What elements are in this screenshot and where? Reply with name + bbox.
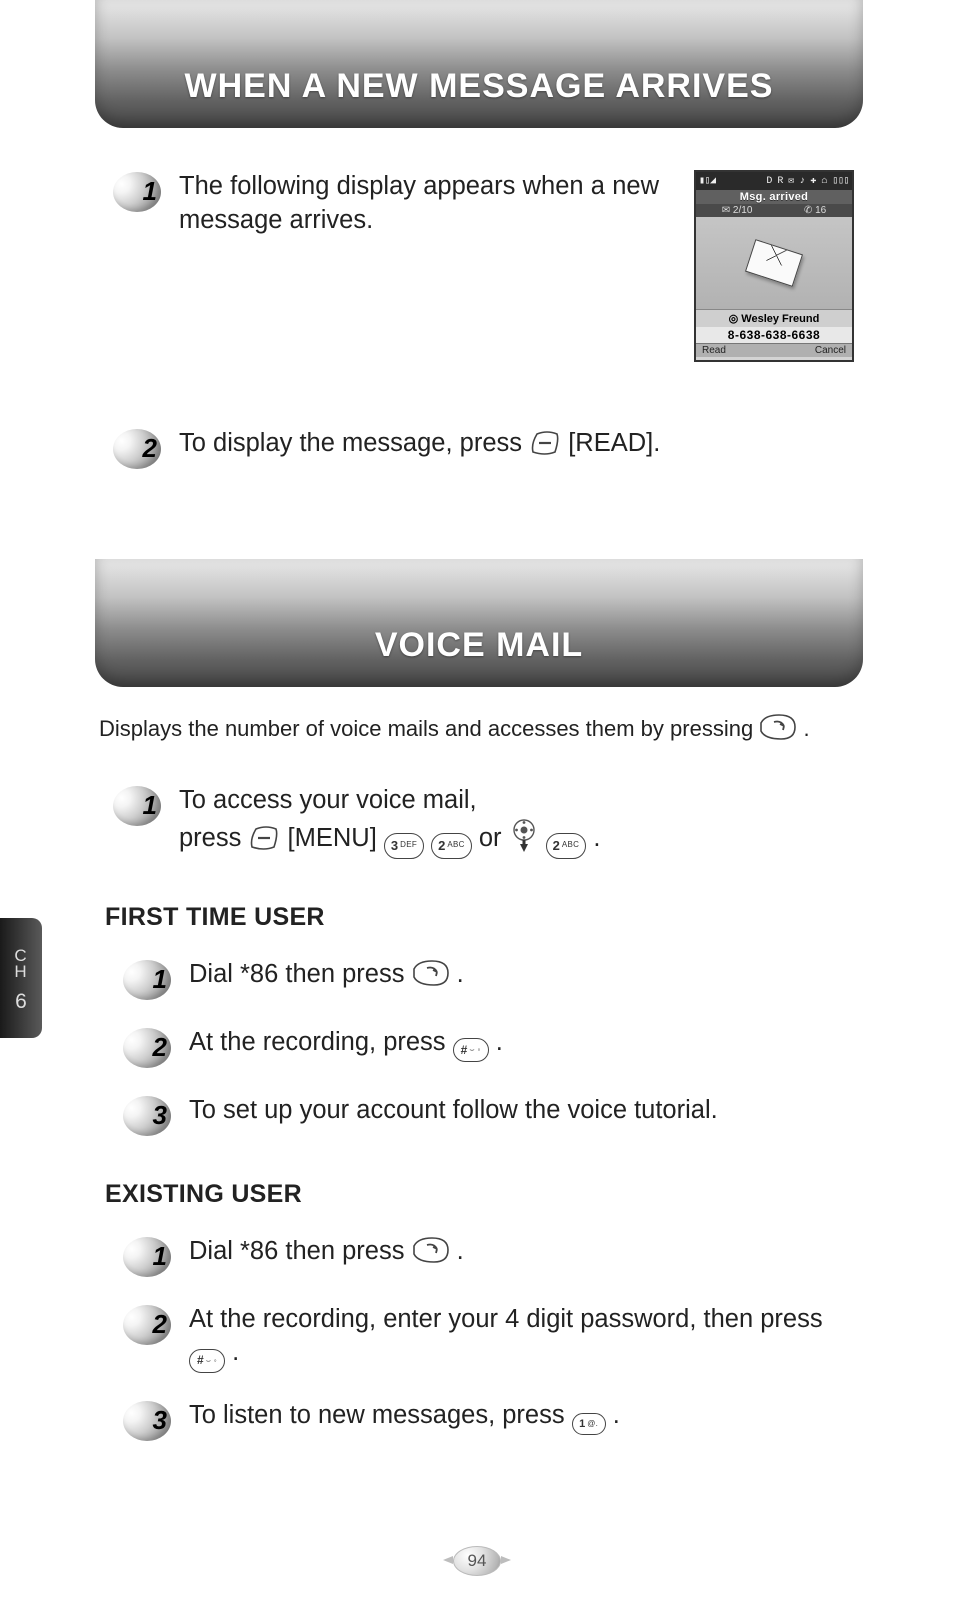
left-soft-key-icon xyxy=(248,825,280,851)
step-bullet: 1 xyxy=(123,960,171,1000)
chapter-tab: CH 6 xyxy=(0,918,42,1038)
step-row: 2 At the recording, press #⌣ ◦ . xyxy=(105,1026,859,1068)
step-bullet: 1 xyxy=(113,786,161,826)
section-title: VOICE MAIL xyxy=(375,626,583,665)
step-bullet: 1 xyxy=(123,1237,171,1277)
count-vm: ✆ 16 xyxy=(804,205,826,216)
count-msg: ✉ 2/10 xyxy=(722,205,753,216)
step-bullet: 1 xyxy=(113,172,161,212)
phone-softkeys: Read Cancel xyxy=(696,343,852,357)
step-number: 2 xyxy=(143,433,157,464)
step-row: 2 At the recording, enter your 4 digit p… xyxy=(105,1303,859,1374)
send-key-icon xyxy=(759,713,797,741)
step-row: 3 To set up your account follow the voic… xyxy=(105,1094,859,1136)
step-row: 1 Dial *86 then press . xyxy=(105,1235,859,1277)
step-row: 2 To display the message, press [READ]. xyxy=(95,427,859,469)
step-text: The following display appears when a new… xyxy=(179,170,659,237)
step-row: 1 Dial *86 then press . xyxy=(105,958,859,1000)
step-text: To access your voice mail, press [MENU] … xyxy=(179,784,859,858)
status-right: D R ✉ ♪ ✚ ⌂ ▯▯▯ xyxy=(766,175,849,187)
step-row: 3 To listen to new messages, press 1@. . xyxy=(105,1399,859,1441)
step-bullet: 3 xyxy=(123,1096,171,1136)
step-text: At the recording, enter your 4 digit pas… xyxy=(189,1303,859,1374)
phone-body xyxy=(696,217,852,309)
step-bullet: 2 xyxy=(123,1305,171,1345)
send-key-icon xyxy=(412,1236,450,1264)
key-1-icon: 1@. xyxy=(572,1413,606,1435)
voice-mail-intro: Displays the number of voice mails and a… xyxy=(95,713,859,742)
key-hash-icon: #⌣ ◦ xyxy=(189,1349,225,1373)
send-key-icon xyxy=(412,959,450,987)
step-text: Dial *86 then press . xyxy=(189,958,859,992)
left-soft-key-icon xyxy=(529,430,561,456)
softkey-cancel: Cancel xyxy=(815,345,846,356)
step-row: 1 To access your voice mail, press [MENU… xyxy=(95,784,859,858)
step-text: To listen to new messages, press 1@. . xyxy=(189,1399,859,1435)
section-header-new-message: WHEN A NEW MESSAGE ARRIVES xyxy=(95,0,863,128)
phone-screenshot: ▮▯◢ D R ✉ ♪ ✚ ⌂ ▯▯▯ Msg. arrived ✉ 2/10 … xyxy=(694,170,854,362)
step-text: To set up your account follow the voice … xyxy=(189,1094,859,1128)
page-number: 94 xyxy=(453,1544,501,1578)
phone-counts: ✉ 2/10 ✆ 16 xyxy=(696,204,852,217)
step-bullet: 3 xyxy=(123,1401,171,1441)
first-time-list: 1 Dial *86 then press . 2 At the recordi… xyxy=(95,958,859,1136)
step-bullet: 2 xyxy=(113,429,161,469)
softkey-read: Read xyxy=(702,345,726,356)
step-number: 1 xyxy=(143,176,157,207)
chapter-label: CH xyxy=(14,948,27,980)
step-text: At the recording, press #⌣ ◦ . xyxy=(189,1026,859,1063)
nav-down-key-icon xyxy=(509,818,539,854)
phone-banner: Msg. arrived xyxy=(696,190,852,204)
step-text: Dial *86 then press . xyxy=(189,1235,859,1269)
subheading-first-time: FIRST TIME USER xyxy=(95,903,859,932)
chapter-number: 6 xyxy=(15,990,27,1014)
existing-list: 1 Dial *86 then press . 2 At the recordi… xyxy=(95,1235,859,1442)
section-header-voice-mail: VOICE MAIL xyxy=(95,559,863,687)
envelope-icon xyxy=(745,239,803,287)
phone-sender: ◎ Wesley Freund xyxy=(696,309,852,327)
phone-number: 8-638-638-6638 xyxy=(696,327,852,343)
key-2-icon: 2ABC xyxy=(431,833,472,859)
step-number: 1 xyxy=(143,790,157,821)
key-hash-icon: #⌣ ◦ xyxy=(453,1038,489,1062)
subheading-existing: EXISTING USER xyxy=(95,1180,859,1209)
manual-page: WHEN A NEW MESSAGE ARRIVES ▮▯◢ D R ✉ ♪ ✚… xyxy=(0,0,954,1622)
status-left: ▮▯◢ xyxy=(699,175,716,187)
section-title: WHEN A NEW MESSAGE ARRIVES xyxy=(185,67,774,106)
key-2-icon: 2ABC xyxy=(546,833,587,859)
key-3-icon: 3DEF xyxy=(384,833,424,859)
step-bullet: 2 xyxy=(123,1028,171,1068)
phone-status-bar: ▮▯◢ D R ✉ ♪ ✚ ⌂ ▯▯▯ xyxy=(696,172,852,190)
step-text: To display the message, press [READ]. xyxy=(179,427,859,461)
